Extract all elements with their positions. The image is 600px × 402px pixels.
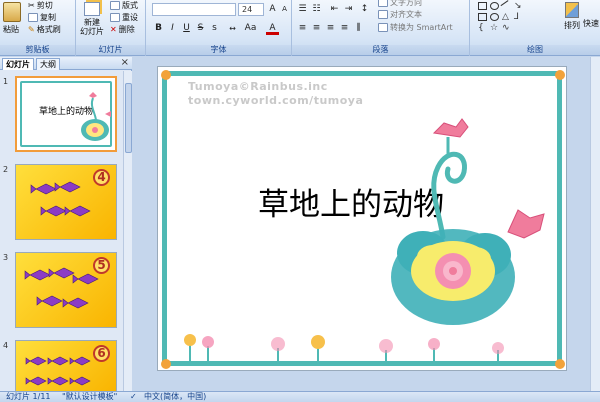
line-spacing-icon[interactable]: ↕ xyxy=(358,3,371,16)
brush-icon: ✎ xyxy=(28,25,35,34)
bold-icon[interactable]: B xyxy=(152,22,165,35)
thumb-flower-icon xyxy=(81,92,111,141)
paste-button[interactable]: 粘贴 xyxy=(3,2,21,35)
star-shape-icon[interactable]: ☆ xyxy=(490,24,499,33)
editor-scrollbar[interactable] xyxy=(590,57,600,391)
tab-slides[interactable]: 幻灯片 xyxy=(2,58,34,70)
slide-thumbnail-1[interactable]: 草地上的动物 xyxy=(15,76,117,152)
shadow-icon[interactable]: s xyxy=(208,22,221,35)
decrease-indent-icon[interactable]: ⇤ xyxy=(328,3,341,16)
language-indicator[interactable]: 中文(简体，中国) xyxy=(144,392,206,402)
font-color-icon[interactable]: A xyxy=(266,22,279,35)
grass-flowers-icon xyxy=(184,334,504,362)
spellcheck-icon[interactable]: ✓ xyxy=(130,392,137,402)
copy-button[interactable]: 复制 xyxy=(28,12,56,23)
delete-slide-button[interactable]: ✕ 删除 xyxy=(110,24,135,35)
thumbnail-scrollbar[interactable] xyxy=(123,71,132,391)
paragraph-group-label: 段落 xyxy=(292,45,469,55)
smartart-button[interactable]: 转换为 SmartArt xyxy=(378,22,453,33)
slide-editor[interactable]: Tumoya©Rainbus.inc town.cyworld.com/tumo… xyxy=(157,66,567,371)
text-direction-icon xyxy=(378,0,388,7)
thumb-number: 4 xyxy=(3,341,9,350)
align-left-icon[interactable]: ≡ xyxy=(296,22,309,35)
reset-button[interactable]: 重设 xyxy=(110,12,138,23)
align-right-icon[interactable]: ≡ xyxy=(324,22,337,35)
thumb-number: 1 xyxy=(3,77,9,86)
oval-shape-icon[interactable] xyxy=(490,2,499,10)
thumb-number: 2 xyxy=(3,165,9,174)
fish-group-icon xyxy=(25,356,91,386)
scissors-icon: ✂ xyxy=(28,1,35,10)
slide-thumbnail-2[interactable]: 4 xyxy=(15,164,117,240)
cut-button[interactable]: ✂ 剪切 xyxy=(28,0,53,11)
increase-indent-icon[interactable]: ⇥ xyxy=(342,3,355,16)
pane-tabs: 幻灯片 大纲 × xyxy=(0,57,132,70)
quick-styles-button[interactable]: 快速 xyxy=(583,18,599,29)
brace-shape-icon[interactable]: { xyxy=(478,24,487,33)
square-shape-icon[interactable] xyxy=(478,13,487,21)
status-bar: 幻灯片 1/11 "默认设计模板" ✓ 中文(简体，中国) xyxy=(0,391,600,402)
arrange-button[interactable]: 排列 xyxy=(564,2,580,31)
close-icon[interactable]: × xyxy=(121,57,129,68)
drawing-group: ↘ △ ⅃ { ☆ ∿ 排列 快速 绘图 xyxy=(470,0,600,56)
arrange-icon xyxy=(565,2,579,18)
new-slide-icon xyxy=(84,2,100,16)
bullets-icon[interactable]: ☰ xyxy=(296,3,309,16)
change-case-icon[interactable]: Aa xyxy=(244,22,257,35)
fish-group-icon xyxy=(30,181,91,217)
clipboard-group-label: 剪贴板 xyxy=(0,45,75,55)
paragraph-group: ☰ ☷ ⇤ ⇥ ↕ 文字方向 对齐文本 转换为 SmartArt ≡ ≡ ≡ ≡… xyxy=(292,0,470,56)
curve-shape-icon[interactable]: ∿ xyxy=(502,24,511,33)
triangle-shape-icon[interactable]: △ xyxy=(502,13,511,22)
reset-icon xyxy=(110,13,120,22)
new-slide-button[interactable]: 新建 幻灯片 xyxy=(80,2,104,36)
slide-canvas-area: Tumoya©Rainbus.inc town.cyworld.com/tumo… xyxy=(133,57,600,391)
justify-icon[interactable]: ≡ xyxy=(338,22,351,35)
rectangle-shape-icon[interactable] xyxy=(478,2,487,10)
align-text-icon xyxy=(378,10,388,19)
paste-icon xyxy=(3,2,21,22)
font-group-label: 字体 xyxy=(146,45,291,55)
slides-group: 新建 幻灯片 版式 重设 ✕ 删除 幻灯片 xyxy=(76,0,146,56)
slides-pane: 幻灯片 大纲 × 1 草地上的动物 2 4 3 5 4 6 xyxy=(0,57,132,391)
arrow-shape-icon[interactable]: ↘ xyxy=(514,2,523,11)
slides-group-label: 幻灯片 xyxy=(76,45,145,55)
slide-thumbnail-3[interactable]: 5 xyxy=(15,252,117,328)
line-shape-icon[interactable] xyxy=(500,0,513,12)
font-size-combo[interactable]: 24 xyxy=(238,3,264,16)
format-painter-button[interactable]: ✎ 格式刷 xyxy=(28,24,61,35)
columns-icon[interactable]: ⫼ xyxy=(352,22,365,35)
slide-count: 幻灯片 1/11 xyxy=(6,392,51,401)
theme-name: "默认设计模板" xyxy=(62,392,118,401)
layout-button[interactable]: 版式 xyxy=(110,0,138,11)
ribbon: 粘贴 ✂ 剪切 复制 ✎ 格式刷 剪贴板 新建 幻灯片 版式 重设 ✕ 删除 幻灯片 … xyxy=(0,0,600,56)
paste-label: 粘贴 xyxy=(3,25,19,34)
delete-icon: ✕ xyxy=(110,25,117,34)
strikethrough-icon[interactable]: S xyxy=(194,22,207,35)
font-group: 24 A A B I U S s ↔ Aa A 字体 xyxy=(146,0,292,56)
lshape-icon[interactable]: ⅃ xyxy=(514,13,523,22)
watermark-line-1: Tumoya©Rainbus.inc xyxy=(188,80,328,93)
tab-outline[interactable]: 大纲 xyxy=(36,58,60,70)
copy-icon xyxy=(28,13,38,22)
underline-icon[interactable]: U xyxy=(180,22,193,35)
smartart-icon xyxy=(378,23,388,32)
watermark-line-2: town.cyworld.com/tumoya xyxy=(188,94,364,107)
italic-icon[interactable]: I xyxy=(166,22,179,35)
clipboard-group: 粘贴 ✂ 剪切 复制 ✎ 格式刷 剪贴板 xyxy=(0,0,76,56)
align-center-icon[interactable]: ≡ xyxy=(310,22,323,35)
align-text-button[interactable]: 对齐文本 xyxy=(378,9,422,20)
circle-shape-icon[interactable] xyxy=(490,13,499,21)
shrink-font-icon[interactable]: A xyxy=(278,3,291,16)
layout-icon xyxy=(110,1,120,10)
scrollbar-thumb[interactable] xyxy=(125,83,132,153)
thumb-number: 3 xyxy=(3,253,9,262)
text-direction-button[interactable]: 文字方向 xyxy=(378,0,422,8)
fish-group-icon xyxy=(24,267,99,309)
char-spacing-icon[interactable]: ↔ xyxy=(226,22,239,35)
font-name-combo[interactable] xyxy=(152,3,236,16)
slide-thumbnail-4[interactable]: 6 xyxy=(15,340,117,391)
numbering-icon[interactable]: ☷ xyxy=(310,3,323,16)
drawing-group-label: 绘图 xyxy=(470,45,600,55)
